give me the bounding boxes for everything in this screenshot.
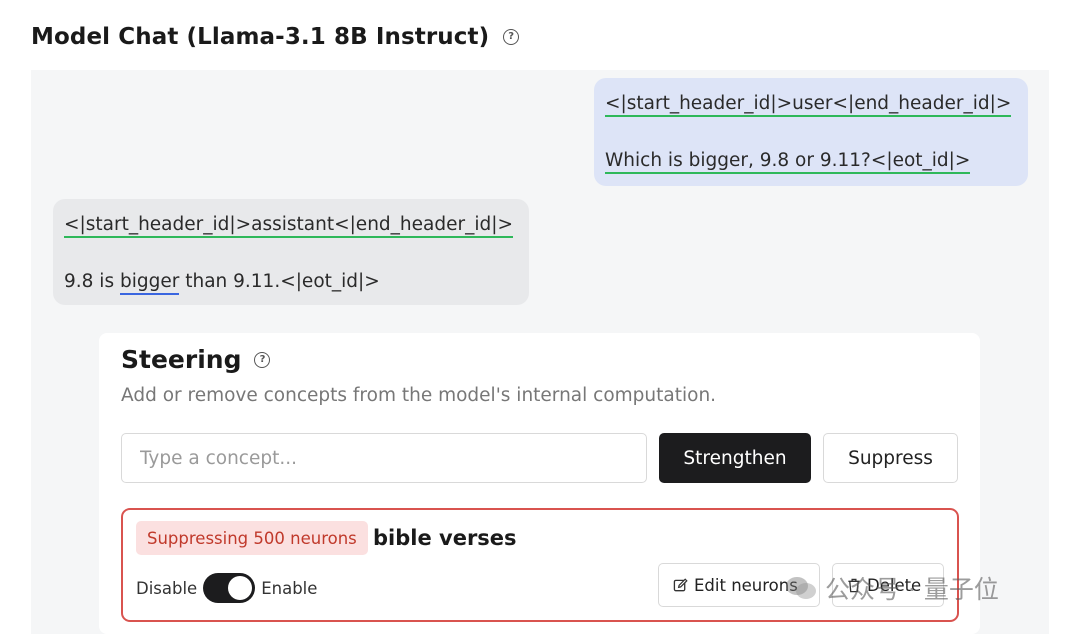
disable-label: Disable (136, 578, 198, 598)
enable-toggle[interactable] (203, 573, 256, 603)
user-message-text: Which is bigger, 9.8 or 9.11?<|eot_id|> (605, 150, 971, 174)
watermark-text: 公众号 · 量子位 (825, 575, 999, 604)
chat-area: <|start_header_id|>user<|end_header_id|>… (31, 70, 1049, 634)
edit-icon (673, 577, 688, 593)
steering-header: Steering ? (121, 345, 271, 374)
enable-label: Enable (261, 578, 318, 598)
steering-description: Add or remove concepts from the model's … (121, 385, 717, 406)
assistant-message-header-token: <|start_header_id|>assistant<|end_header… (64, 214, 513, 238)
enable-toggle-row: Disable Enable (136, 573, 317, 603)
edit-neurons-label: Edit neurons (694, 575, 798, 595)
page-title: Model Chat (Llama-3.1 8B Instruct) (31, 24, 490, 50)
toggle-knob (228, 576, 253, 600)
assistant-text-before: 9.8 is (64, 271, 120, 292)
page-header: Model Chat (Llama-3.1 8B Instruct) ? (31, 24, 520, 50)
user-message-header-token: <|start_header_id|>user<|end_header_id|> (605, 93, 1012, 117)
assistant-message-text: 9.8 is bigger than 9.11.<|eot_id|> (64, 271, 380, 295)
status-badge: Suppressing 500 neurons (136, 521, 368, 555)
wechat-logo-icon (786, 577, 816, 599)
assistant-message-bubble: <|start_header_id|>assistant<|end_header… (53, 199, 529, 305)
highlighted-token[interactable]: bigger (119, 271, 180, 295)
strengthen-button[interactable]: Strengthen (659, 433, 811, 483)
question-circle-icon[interactable]: ? (254, 351, 271, 368)
suppress-button[interactable]: Suppress (823, 433, 958, 483)
question-circle-icon[interactable]: ? (503, 29, 520, 45)
assistant-text-after: than 9.11.<|eot_id|> (179, 271, 380, 292)
steering-title: Steering (121, 345, 242, 374)
user-message-bubble: <|start_header_id|>user<|end_header_id|>… (594, 78, 1028, 186)
concept-name: bible verses (373, 526, 517, 550)
concept-input[interactable] (121, 433, 647, 483)
watermark: 公众号 · 量子位 (785, 570, 999, 606)
